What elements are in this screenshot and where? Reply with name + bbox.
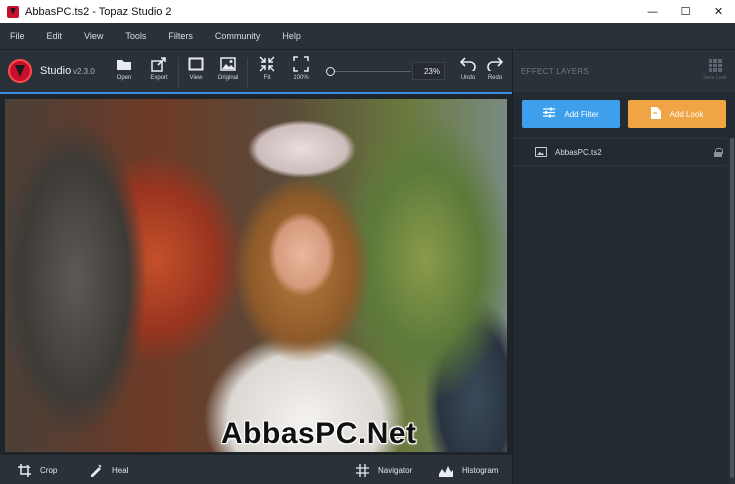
minimize-icon: — (647, 5, 658, 18)
lock-icon (714, 148, 723, 157)
version-label: v2.3.0 (73, 67, 95, 76)
original-button[interactable]: Original (213, 56, 243, 88)
navigator-icon (355, 463, 369, 477)
histogram-label: Histogram (462, 465, 499, 475)
add-filter-label: Add Filter (564, 109, 599, 119)
open-label: Open (116, 75, 132, 81)
edited-photo[interactable]: AbbasPC.Net (5, 99, 507, 452)
brand-name: Studio (40, 65, 72, 77)
redo-icon (486, 56, 504, 72)
app-icon (7, 5, 19, 18)
layer-name: AbbasPC.ts2 (555, 147, 602, 157)
panel-scrollbar-thumb[interactable] (730, 138, 734, 478)
title-bar: AbbasPC.ts2 - Topaz Studio 2 — ☐ ✕ (0, 0, 735, 23)
panel-scrollbar[interactable] (729, 138, 735, 484)
redo-button[interactable]: Redo (480, 56, 510, 88)
toolbar-divider (178, 58, 179, 88)
heal-label: Heal (112, 465, 129, 475)
menu-edit[interactable]: Edit (47, 31, 63, 41)
menu-tools[interactable]: Tools (125, 31, 146, 41)
maximize-icon: ☐ (680, 5, 691, 18)
navigator-label: Navigator (378, 465, 413, 475)
crop-label: Crop (40, 465, 58, 475)
navigator-button[interactable]: Navigator (355, 463, 412, 477)
zoom-100-icon (292, 56, 310, 72)
heal-button[interactable]: Heal (89, 463, 128, 477)
view-icon (187, 56, 205, 72)
window-title: AbbasPC.ts2 - Topaz Studio 2 (25, 5, 172, 18)
menu-view[interactable]: View (84, 31, 103, 41)
heal-icon (89, 463, 103, 477)
effect-layers-title: EFFECT LAYERS (521, 67, 590, 76)
zoom-slider-track[interactable] (331, 71, 411, 72)
undo-button[interactable]: Undo (453, 56, 483, 88)
add-look-icon (650, 106, 661, 122)
zoom-100-button[interactable]: 100% (286, 56, 316, 88)
export-label: Export (150, 75, 168, 81)
fit-button[interactable]: Fit (252, 56, 282, 88)
fit-label: Fit (263, 75, 271, 81)
export-button[interactable]: Export (144, 56, 174, 88)
view-label: View (189, 75, 203, 81)
canvas-area: AbbasPC.Net (0, 92, 512, 455)
topaz-logo (8, 59, 32, 83)
menu-file[interactable]: File (10, 31, 25, 41)
bottom-toolbar: Crop Heal Navigator Histogram (0, 455, 512, 484)
menu-filters[interactable]: Filters (168, 31, 193, 41)
add-look-label: Add Look (669, 109, 704, 119)
zoom-level-field[interactable]: 23% (412, 62, 445, 80)
maximize-button[interactable]: ☐ (669, 0, 702, 23)
window-controls: — ☐ ✕ (636, 0, 735, 23)
save-look-icon (708, 59, 722, 72)
close-button[interactable]: ✕ (702, 0, 735, 23)
add-filter-icon (543, 107, 556, 121)
zoom-slider-thumb[interactable] (326, 67, 335, 76)
close-icon: ✕ (713, 5, 724, 18)
image-layer-icon (535, 147, 547, 157)
export-icon (150, 56, 168, 72)
undo-icon (459, 56, 477, 72)
effect-layers-header: EFFECT LAYERS Save Look (513, 50, 735, 92)
layer-item[interactable]: AbbasPC.ts2 (513, 138, 726, 166)
toolbar-divider (247, 58, 248, 88)
histogram-button[interactable]: Histogram (439, 463, 498, 477)
zoom-100-label: 100% (293, 75, 309, 81)
minimize-button[interactable]: — (636, 0, 669, 23)
add-look-button[interactable]: Add Look (628, 100, 726, 128)
save-look-label: Save Look (703, 75, 727, 81)
menu-help[interactable]: Help (282, 31, 301, 41)
view-button[interactable]: View (181, 56, 211, 88)
open-button[interactable]: Open (109, 56, 139, 88)
crop-icon (17, 463, 31, 477)
histogram-icon (439, 463, 453, 477)
crop-button[interactable]: Crop (17, 463, 57, 477)
original-label: Original (217, 75, 239, 81)
fit-icon (258, 56, 276, 72)
undo-label: Undo (460, 75, 476, 81)
toolbar: Studio v2.3.0 Open Export View Original … (0, 50, 512, 92)
menu-community[interactable]: Community (215, 31, 261, 41)
redo-label: Redo (487, 75, 503, 81)
effect-layers-panel: EFFECT LAYERS Save Look Add Filter Add L… (512, 50, 735, 484)
watermark-text: AbbasPC.Net (221, 417, 417, 450)
original-icon (219, 56, 237, 72)
menu-bar: File Edit View Tools Filters Community H… (0, 23, 735, 50)
save-look-button[interactable]: Save Look (700, 59, 730, 81)
add-filter-button[interactable]: Add Filter (522, 100, 620, 128)
folder-icon (115, 56, 133, 72)
